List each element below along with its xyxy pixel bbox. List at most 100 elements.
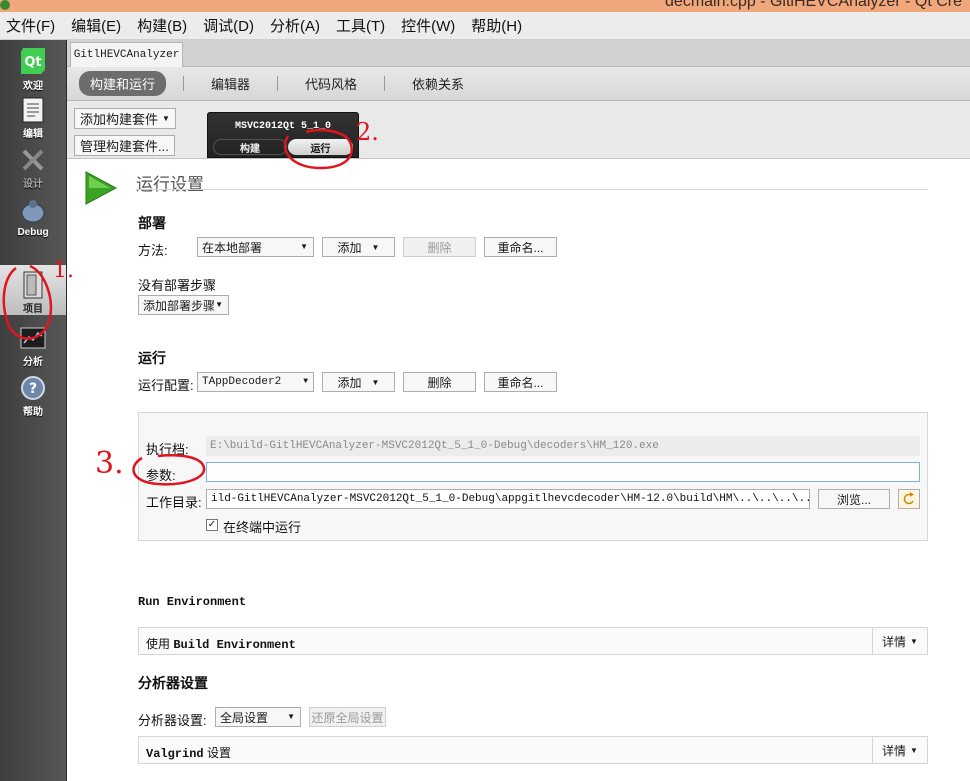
add-deploy-step-label: 添加部署步骤	[143, 298, 216, 313]
deploy-heading: 部署	[138, 215, 166, 231]
chevron-down-icon: ▼	[215, 300, 223, 309]
mode-projects[interactable]: 项目	[0, 265, 66, 315]
project-tab-strip: GitlHEVCAnalyzer	[67, 40, 970, 67]
analyzer-settings-value: 全局设置	[220, 710, 269, 725]
help-icon: ?	[18, 374, 48, 402]
browse-button[interactable]: 浏览...	[818, 489, 890, 509]
page-title: 运行设置	[136, 175, 204, 194]
menu-build[interactable]: 构建(B)	[133, 15, 191, 36]
valgrind-suffix: 设置	[206, 746, 231, 760]
reset-working-dir-button[interactable]	[898, 489, 920, 509]
chevron-down-icon: ▼	[371, 377, 380, 387]
tab-editor[interactable]: 编辑器	[201, 71, 260, 96]
run-config-select[interactable]: TAppDecoder2 ▼	[197, 372, 314, 392]
mode-welcome[interactable]: Qt 欢迎	[0, 40, 66, 92]
tab-code-style[interactable]: 代码风格	[295, 71, 367, 96]
details-label: 详情	[882, 743, 907, 758]
valgrind-settings-title: Valgrind 设置	[146, 744, 231, 761]
mode-projects-label: 项目	[23, 304, 43, 315]
bug-icon	[18, 196, 48, 226]
tab-build-and-run[interactable]: 构建和运行	[79, 71, 167, 96]
qt-creator-app-icon	[0, 0, 10, 10]
menu-file[interactable]: 文件(F)	[2, 15, 59, 36]
run-environment-details-button[interactable]: 详情 ▼	[872, 628, 927, 654]
run-config-value: TAppDecoder2	[202, 376, 282, 388]
qt-logo-icon: Qt	[18, 46, 48, 76]
window-titlebar: decmain.cpp - GitlHEVCAnalyzer - Qt Cre	[0, 0, 970, 12]
svg-text:Qt: Qt	[24, 55, 41, 70]
run-in-terminal-label: 在终端中运行	[223, 520, 302, 535]
add-kit-label: 添加构建套件	[80, 112, 159, 127]
run-environment-heading: Run Environment	[138, 595, 247, 609]
deploy-method-select[interactable]: 在本地部署 ▼	[197, 237, 314, 257]
deploy-rename-button[interactable]: 重命名...	[484, 237, 557, 257]
working-dir-label: 工作目录:	[146, 495, 202, 510]
menu-edit[interactable]: 编辑(E)	[67, 15, 125, 36]
menu-help[interactable]: 帮助(H)	[467, 15, 526, 36]
mode-analyze[interactable]: 分析	[0, 318, 66, 368]
deploy-delete-button[interactable]: 删除	[403, 237, 476, 257]
menu-analyze[interactable]: 分析(A)	[266, 15, 324, 36]
run-config-details: 执行档: E:\build-GitlHEVCAnalyzer-MSVC2012Q…	[138, 412, 928, 541]
add-deploy-step-button[interactable]: 添加部署步骤 ▼	[138, 295, 229, 315]
window-title: decmain.cpp - GitlHEVCAnalyzer - Qt Cre	[665, 0, 962, 10]
arguments-input[interactable]	[206, 462, 920, 482]
run-delete-button[interactable]: 删除	[403, 372, 476, 392]
arguments-label: 参数:	[146, 468, 176, 483]
folder-project-icon	[18, 271, 48, 299]
run-in-terminal-checkbox[interactable]: ✓	[206, 519, 218, 531]
manage-kits-button[interactable]: 管理构建套件...	[74, 135, 175, 156]
chevron-down-icon: ▼	[303, 377, 308, 386]
run-environment-bar: 使用 Build Environment 详情 ▼	[138, 627, 928, 655]
project-tab[interactable]: GitlHEVCAnalyzer	[70, 42, 183, 67]
run-add-label: 添加	[337, 375, 362, 390]
kit-build-tab[interactable]: 构建	[213, 139, 287, 155]
title-divider	[136, 189, 928, 190]
run-settings-panel: 运行设置 部署 方法: 在本地部署 ▼ 添加 ▼ 删除 重命名... 没有部署步骤 …	[67, 159, 970, 781]
menu-tools[interactable]: 工具(T)	[332, 15, 389, 36]
deploy-add-button[interactable]: 添加 ▼	[322, 237, 395, 257]
chevron-down-icon: ▼	[910, 636, 918, 646]
run-config-label: 运行配置:	[138, 378, 194, 393]
tab-separator	[277, 76, 279, 91]
chevron-down-icon: ▼	[910, 745, 918, 755]
working-dir-field[interactable]: ild-GitlHEVCAnalyzer-MSVC2012Qt_5_1_0-De…	[206, 489, 810, 509]
restore-global-settings-button[interactable]: 还原全局设置	[309, 707, 386, 727]
deploy-method-label: 方法:	[138, 243, 168, 258]
valgrind-settings-bar: Valgrind 设置 详情 ▼	[138, 736, 928, 764]
document-icon	[18, 96, 48, 124]
mode-debug-label: Debug	[17, 227, 49, 238]
build-environment-name: Build Environment	[173, 638, 296, 652]
kit-name: MSVC2012Qt 5_1_0	[234, 121, 331, 132]
run-add-button[interactable]: 添加 ▼	[322, 372, 395, 392]
mode-design-label: 设计	[23, 179, 43, 190]
mode-edit-label: 编辑	[23, 129, 43, 140]
run-rename-button[interactable]: 重命名...	[484, 372, 557, 392]
chevron-down-icon: ▼	[300, 242, 308, 251]
no-deploy-steps-label: 没有部署步骤	[138, 278, 217, 293]
use-prefix: 使用	[146, 637, 171, 651]
mode-design[interactable]: 设计	[0, 140, 66, 190]
executable-field: E:\build-GitlHEVCAnalyzer-MSVC2012Qt_5_1…	[206, 436, 920, 456]
analyze-screen-icon	[18, 324, 48, 352]
analyzer-settings-select[interactable]: 全局设置 ▼	[215, 707, 301, 727]
run-environment-summary: 使用 Build Environment	[146, 635, 296, 652]
analyzer-settings-label: 分析器设置:	[138, 713, 207, 728]
menu-window[interactable]: 控件(W)	[397, 15, 459, 36]
design-tools-icon	[18, 146, 48, 174]
mode-help-label: 帮助	[23, 407, 43, 418]
undo-arrow-icon	[903, 492, 914, 505]
kit-run-tab[interactable]: 运行	[288, 139, 353, 155]
tab-dependencies[interactable]: 依赖关系	[402, 71, 474, 96]
add-kit-button[interactable]: 添加构建套件 ▼	[74, 108, 176, 129]
analyzer-heading: 分析器设置	[138, 675, 208, 691]
tab-separator	[384, 76, 386, 91]
svg-text:?: ?	[29, 381, 37, 397]
deploy-method-value: 在本地部署	[202, 240, 263, 255]
menu-debug[interactable]: 调试(D)	[199, 15, 258, 36]
mode-analyze-label: 分析	[23, 357, 43, 368]
mode-debug[interactable]: Debug	[0, 190, 66, 240]
mode-help[interactable]: ? 帮助	[0, 368, 66, 418]
mode-edit[interactable]: 编辑	[0, 90, 66, 140]
valgrind-details-button[interactable]: 详情 ▼	[872, 737, 927, 763]
